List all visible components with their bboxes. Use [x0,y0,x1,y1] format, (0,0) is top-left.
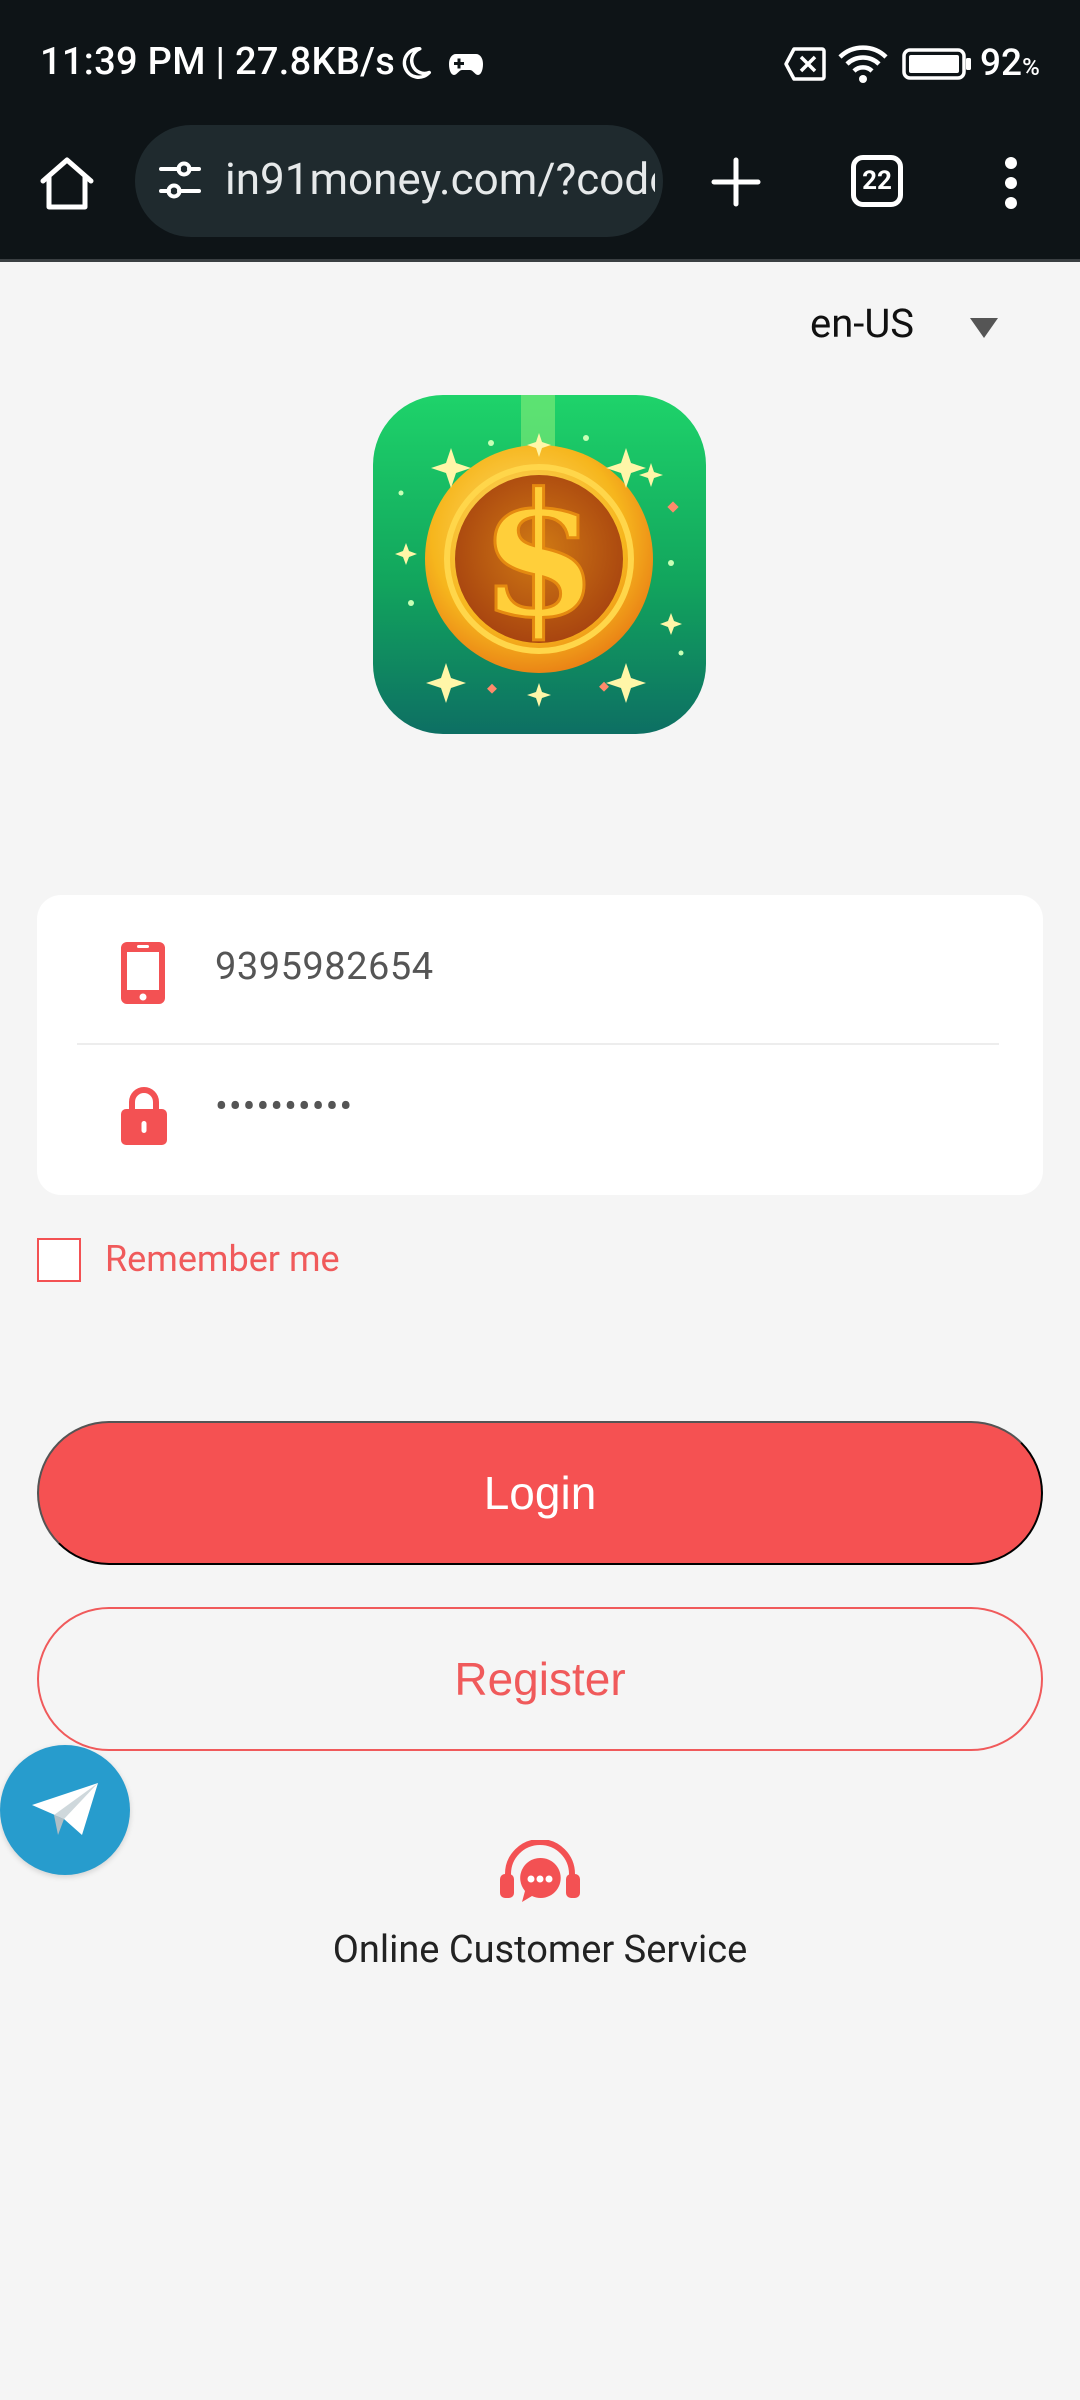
battery-percent: 92% [980,42,1040,85]
dropdown-arrow-icon [970,318,998,338]
tab-switcher-icon[interactable]: 22 [851,155,903,207]
language-value: en-US [810,300,915,347]
battery-icon [902,48,971,80]
wifi-icon [838,45,888,83]
telegram-button[interactable] [0,1745,130,1875]
register-button[interactable]: Register [37,1607,1043,1751]
password-input[interactable]: •••••••••• [215,1085,353,1129]
phone-field[interactable]: 9395982654 [37,895,1043,1043]
customer-service-label: Online Customer Service [332,1928,748,1972]
login-card: 9395982654 •••••••••• [37,895,1043,1195]
screen: 11:39 PM | 27.8KB/s 92% in91money.com/?c… [0,0,1080,2400]
language-select[interactable]: en-US [800,296,1020,356]
more-menu-icon[interactable] [998,155,1024,211]
app-logo: $ [373,395,706,734]
remember-me-label[interactable]: Remember me [105,1238,340,1280]
site-settings-icon[interactable] [157,159,203,203]
status-time: 11:39 PM | 27.8KB/s [40,40,396,84]
lock-icon [121,1087,167,1145]
url-text: in91money.com/?code [225,153,655,205]
moon-icon [402,47,431,79]
gamepad-icon [449,54,483,75]
phone-icon [121,942,165,1004]
browser-toolbar: in91money.com/?code 22 [0,125,1080,262]
no-sim-icon [784,47,826,81]
address-bar[interactable]: in91money.com/?code [135,125,663,237]
telegram-icon [32,1783,98,1835]
svg-text:$: $ [480,456,598,656]
tab-count: 22 [862,166,892,196]
customer-service[interactable]: Online Customer Service [290,1840,790,1980]
headset-chat-icon [500,1840,580,1902]
login-button[interactable]: Login [37,1421,1043,1565]
home-icon[interactable] [38,155,96,211]
password-field[interactable]: •••••••••• [37,1045,1043,1193]
new-tab-icon[interactable] [711,157,761,207]
remember-me-checkbox[interactable] [37,1238,81,1282]
phone-input[interactable]: 9395982654 [215,945,434,989]
status-bar: 11:39 PM | 27.8KB/s 92% [0,0,1080,125]
